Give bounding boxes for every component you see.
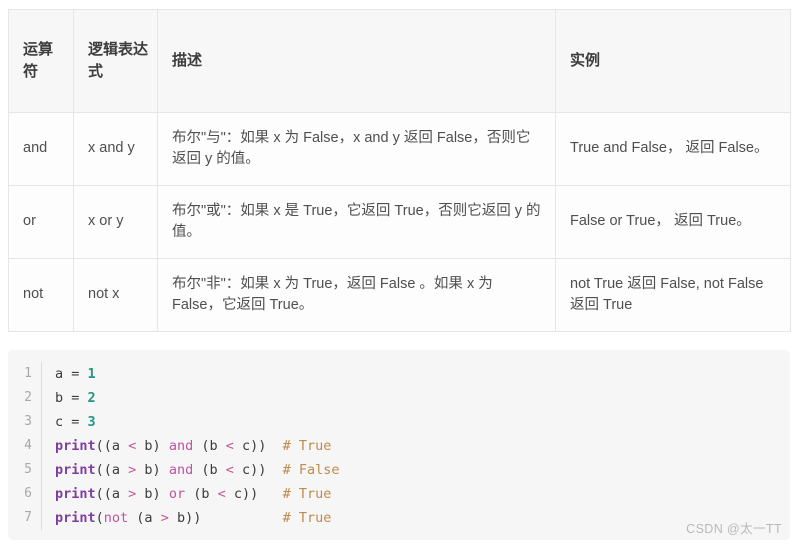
cell-example: True and False， 返回 False。 bbox=[555, 112, 791, 186]
code-token: not bbox=[103, 510, 129, 526]
code-token: ((a bbox=[95, 438, 129, 454]
line-number: 7 bbox=[8, 506, 42, 530]
line-number: 3 bbox=[8, 410, 42, 434]
cell-expression: x or y bbox=[73, 185, 158, 259]
code-token: b) bbox=[136, 438, 169, 454]
code-token: c)) bbox=[225, 486, 283, 502]
code-token: print bbox=[55, 510, 96, 526]
code-token: = bbox=[63, 390, 88, 406]
line-number: 1 bbox=[8, 362, 42, 386]
code-token: and bbox=[168, 438, 194, 454]
code-token: ((a bbox=[95, 462, 129, 478]
code-token: a bbox=[55, 366, 64, 382]
code-token: < bbox=[225, 462, 234, 478]
column-header-description: 描述 bbox=[157, 9, 556, 113]
code-token: # True bbox=[282, 438, 332, 454]
table-header-row: 运算符 逻辑表达式 描述 实例 bbox=[8, 9, 791, 113]
cell-operator: not bbox=[8, 258, 74, 332]
code-token: 2 bbox=[87, 390, 96, 406]
cell-description: 布尔"或"：如果 x 是 True，它返回 True，否则它返回 y 的值。 bbox=[157, 185, 556, 259]
cell-expression: not x bbox=[73, 258, 158, 332]
code-line: 6 print((a > b) or (b < c)) # True bbox=[8, 482, 790, 506]
code-line-text: print((a > b) or (b < c)) # True bbox=[42, 482, 331, 506]
code-token: print bbox=[55, 486, 96, 502]
column-header-operator: 运算符 bbox=[8, 9, 74, 113]
code-line-text: print((a < b) and (b < c)) # True bbox=[42, 434, 331, 458]
cell-example: False or True， 返回 True。 bbox=[555, 185, 791, 259]
code-token: print bbox=[55, 462, 96, 478]
code-token: # True bbox=[282, 486, 332, 502]
code-token: ((a bbox=[95, 486, 129, 502]
code-line-text: b = 2 bbox=[42, 386, 96, 410]
table-row: not not x 布尔"非"：如果 x 为 True，返回 False 。如果… bbox=[8, 258, 791, 332]
logical-operators-table-container: 运算符 逻辑表达式 描述 实例 and x and y 布尔"与"：如果 x 为… bbox=[8, 9, 791, 332]
cell-example: not True 返回 False, not False 返回 True bbox=[555, 258, 791, 332]
column-header-expression: 逻辑表达式 bbox=[73, 9, 158, 113]
watermark: CSDN @太一TT bbox=[686, 522, 782, 536]
code-token: c)) bbox=[233, 462, 283, 478]
code-token: b) bbox=[136, 486, 169, 502]
code-line: 7 print(not (a > b)) # True bbox=[8, 506, 790, 530]
cell-operator: and bbox=[8, 112, 74, 186]
logical-operators-table: 运算符 逻辑表达式 描述 实例 and x and y 布尔"与"：如果 x 为… bbox=[8, 9, 791, 332]
code-token: (b bbox=[185, 486, 218, 502]
code-line: 3c = 3 bbox=[8, 410, 790, 434]
code-line: 2b = 2 bbox=[8, 386, 790, 410]
code-line: 1a = 1 bbox=[8, 362, 790, 386]
cell-operator: or bbox=[8, 185, 74, 259]
code-token: (a bbox=[128, 510, 161, 526]
code-token: (b bbox=[193, 462, 226, 478]
code-token: (b bbox=[193, 438, 226, 454]
code-token: or bbox=[168, 486, 186, 502]
code-token: 1 bbox=[87, 366, 96, 382]
table-header: 运算符 逻辑表达式 描述 实例 bbox=[8, 9, 791, 113]
code-token: > bbox=[160, 510, 169, 526]
code-token: 3 bbox=[87, 414, 96, 430]
code-line-text: c = 3 bbox=[42, 410, 96, 434]
line-number: 5 bbox=[8, 458, 42, 482]
code-token: # False bbox=[282, 462, 340, 478]
code-line-text: print((a > b) and (b < c)) # False bbox=[42, 458, 340, 482]
line-number: 2 bbox=[8, 386, 42, 410]
table-row: and x and y 布尔"与"：如果 x 为 False，x and y 返… bbox=[8, 112, 791, 186]
code-token: # True bbox=[282, 510, 332, 526]
code-token: b bbox=[55, 390, 64, 406]
code-token: b)) bbox=[168, 510, 283, 526]
code-line: 4 print((a < b) and (b < c)) # True bbox=[8, 434, 790, 458]
line-number: 6 bbox=[8, 482, 42, 506]
cell-description: 布尔"与"：如果 x 为 False，x and y 返回 False，否则它返… bbox=[157, 112, 556, 186]
code-block[interactable]: 1a = 12b = 23c = 3 4 print((a < b) and (b … bbox=[8, 350, 790, 540]
cell-expression: x and y bbox=[73, 112, 158, 186]
table-row: or x or y 布尔"或"：如果 x 是 True，它返回 True，否则它… bbox=[8, 185, 791, 259]
code-token: = bbox=[63, 366, 88, 382]
code-token: print bbox=[55, 438, 96, 454]
code-line-text: print(not (a > b)) # True bbox=[42, 506, 331, 530]
code-token: < bbox=[217, 486, 226, 502]
code-token: c)) bbox=[233, 438, 283, 454]
column-header-example: 实例 bbox=[555, 9, 791, 113]
code-token: ( bbox=[95, 510, 104, 526]
code-token: c bbox=[55, 414, 64, 430]
code-line-text: a = 1 bbox=[42, 362, 96, 386]
code-token: < bbox=[225, 438, 234, 454]
table-body: and x and y 布尔"与"：如果 x 为 False，x and y 返… bbox=[8, 112, 791, 332]
code-token: and bbox=[168, 462, 194, 478]
line-number: 4 bbox=[8, 434, 42, 458]
code-token: b) bbox=[136, 462, 169, 478]
code-token: = bbox=[63, 414, 88, 430]
code-line: 5 print((a > b) and (b < c)) # False bbox=[8, 458, 790, 482]
cell-description: 布尔"非"：如果 x 为 True，返回 False 。如果 x 为 False… bbox=[157, 258, 556, 332]
